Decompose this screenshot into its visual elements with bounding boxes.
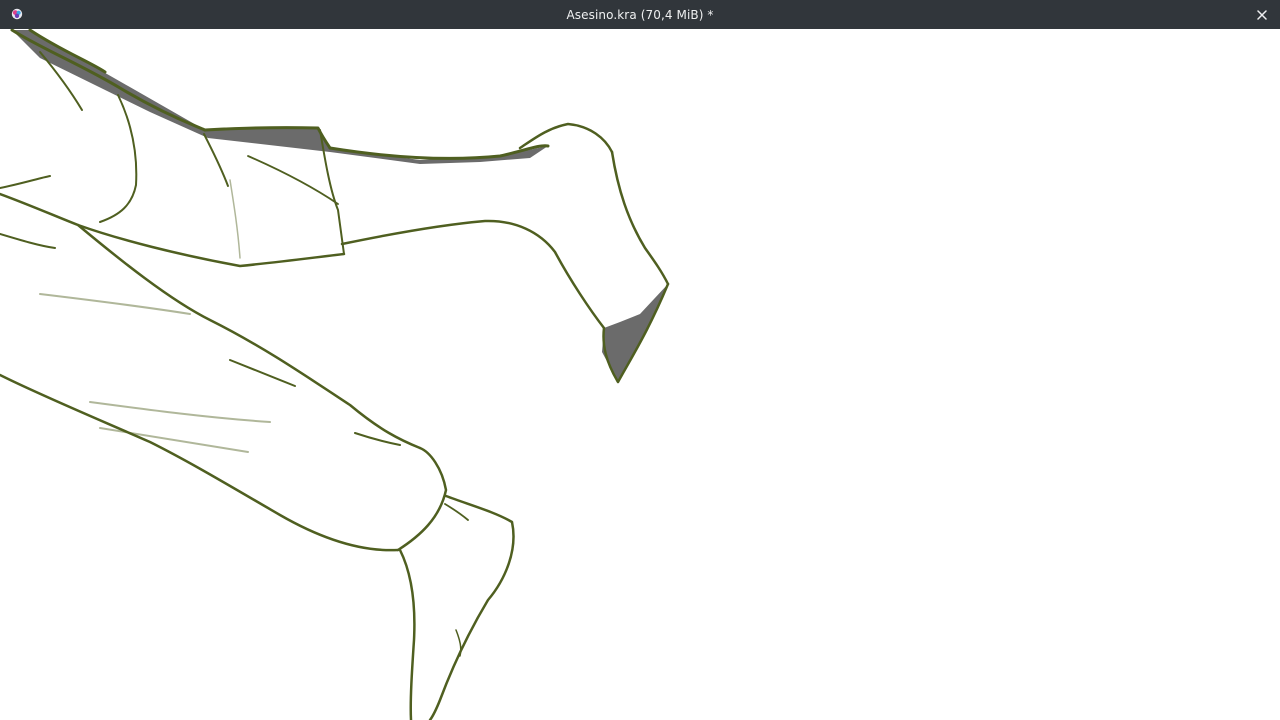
sketch-artwork: [0, 29, 670, 720]
app-window: Asesino.kra (70,4 MiB) *: [0, 0, 1280, 720]
title-bar[interactable]: Asesino.kra (70,4 MiB) *: [0, 0, 1280, 29]
window-title: Asesino.kra (70,4 MiB) *: [566, 7, 714, 22]
drawing-canvas[interactable]: [0, 29, 1280, 720]
krita-logo-icon: [11, 8, 23, 20]
close-button[interactable]: [1250, 3, 1274, 27]
close-icon: [1257, 10, 1267, 20]
